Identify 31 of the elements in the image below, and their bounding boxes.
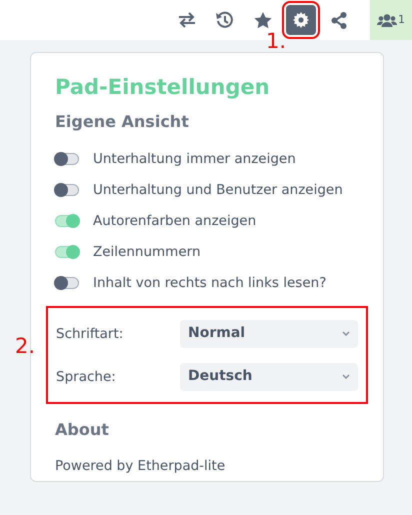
toggle-switch[interactable] bbox=[55, 184, 79, 196]
star-icon bbox=[254, 12, 272, 28]
annotation-label: 2. bbox=[15, 336, 36, 357]
history-icon bbox=[216, 11, 234, 29]
toggle-label: Inhalt von rechts nach links lesen? bbox=[93, 274, 326, 293]
toggle-label: Unterhaltung und Benutzer anzeigen bbox=[93, 180, 343, 200]
toggle-switch[interactable] bbox=[55, 246, 79, 258]
panel-title: Pad-Einstellungen bbox=[55, 75, 271, 100]
section-heading: About bbox=[55, 420, 110, 440]
about-text: Powered by Etherpad-lite bbox=[55, 456, 226, 476]
settings-button[interactable] bbox=[286, 5, 316, 35]
section-heading: Eigene Ansicht bbox=[55, 112, 190, 132]
toggle-switch[interactable] bbox=[55, 152, 79, 165]
field-label: Sprache: bbox=[56, 368, 117, 387]
dropdown-select[interactable]: Deutsch bbox=[180, 362, 358, 391]
user-count: 1 bbox=[398, 12, 405, 28]
chevron-icon bbox=[342, 374, 350, 380]
annotation-label: 1. bbox=[266, 31, 286, 52]
share-icon bbox=[331, 12, 347, 28]
chevron-icon bbox=[342, 331, 350, 336]
field-label: Schriftart: bbox=[56, 324, 124, 344]
swap-arrows-icon bbox=[178, 12, 196, 28]
settings-icon bbox=[293, 12, 309, 28]
toggle-label: Unterhaltung immer anzeigen bbox=[93, 150, 296, 169]
toggle-switch[interactable] bbox=[55, 276, 79, 289]
dropdown-select[interactable]: Normal bbox=[180, 320, 358, 348]
toggle-label: Zeilennummern bbox=[93, 242, 201, 262]
toggle-switch[interactable] bbox=[55, 214, 79, 227]
users-icon bbox=[377, 14, 397, 26]
toggle-label: Autorenfarben anzeigen bbox=[93, 212, 256, 231]
users-button[interactable]: 1 bbox=[370, 0, 412, 40]
